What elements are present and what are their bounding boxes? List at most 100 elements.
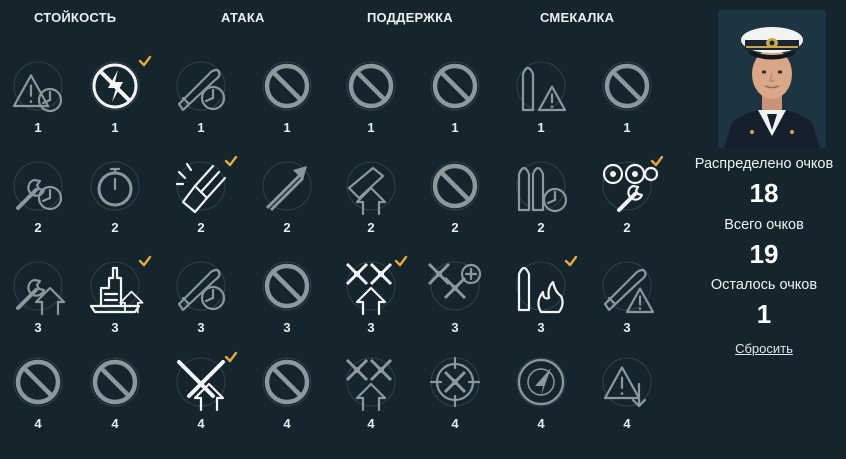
skill-cell[interactable]: 1 <box>420 56 490 140</box>
skill-cell[interactable]: 1 <box>3 56 73 140</box>
crosshair-plane-icon[interactable] <box>420 352 490 412</box>
learned-check-icon <box>224 350 238 363</box>
skill-tier-cost: 2 <box>537 220 545 235</box>
learned-check-icon <box>224 154 238 167</box>
skill-tier-cost: 1 <box>367 120 375 135</box>
aircraft-plus-icon[interactable] <box>420 256 490 316</box>
remaining-points-label: Осталось очков <box>710 277 818 293</box>
skill-tier-cost: 2 <box>451 220 459 235</box>
skill-cell[interactable]: 4 <box>80 352 150 436</box>
skill-cell[interactable]: 3 <box>336 254 408 340</box>
skill-cell[interactable]: 1 <box>252 56 322 140</box>
skill-cell[interactable]: 4 <box>592 352 662 436</box>
locked-slot-icon[interactable] <box>336 56 406 116</box>
shells-timer-icon[interactable] <box>506 156 576 216</box>
remaining-points-value: 1 <box>756 299 772 329</box>
skill-cell[interactable]: 4 <box>420 352 490 436</box>
locked-slot-icon[interactable] <box>252 256 322 316</box>
skill-cell[interactable]: 4 <box>506 352 576 436</box>
locked-slot-icon[interactable] <box>80 352 150 412</box>
skill-tier-cost: 3 <box>283 320 291 335</box>
skill-tier-cost: 3 <box>451 320 459 335</box>
learned-check-icon <box>650 154 664 167</box>
skill-tier-cost: 3 <box>34 320 42 335</box>
skill-cell[interactable]: 2 <box>336 156 406 240</box>
skill-tier-cost: 3 <box>623 320 631 335</box>
skill-tier-cost: 1 <box>197 120 205 135</box>
skill-cell[interactable]: 3 <box>252 256 322 340</box>
skill-tier-cost: 4 <box>367 416 375 431</box>
skill-cell[interactable]: 4 <box>166 350 238 436</box>
skill-tier-cost: 4 <box>111 416 119 431</box>
locked-slot-icon[interactable] <box>252 56 322 116</box>
locked-slot-icon[interactable] <box>592 56 662 116</box>
skill-cell[interactable]: 1 <box>592 56 662 140</box>
commander-panel: Распределено очков 18 Всего очков 19 Ост… <box>682 0 846 459</box>
skill-cell[interactable]: 3 <box>592 256 662 340</box>
locked-slot-icon[interactable] <box>3 352 73 412</box>
skill-tier-cost: 1 <box>451 120 459 135</box>
skill-cell[interactable]: 3 <box>420 256 490 340</box>
shell-warning-icon[interactable] <box>506 56 576 116</box>
distributed-points-label: Распределено очков <box>694 156 834 172</box>
distributed-points-value: 18 <box>749 178 779 208</box>
skill-cell[interactable]: 4 <box>252 352 322 436</box>
skill-cell[interactable]: 4 <box>336 352 406 436</box>
skill-tier-cost: 4 <box>451 416 459 431</box>
locked-slot-icon[interactable] <box>420 156 490 216</box>
skill-tier-cost: 1 <box>623 120 631 135</box>
skill-cell[interactable]: 2 <box>252 156 322 240</box>
skill-tier-cost: 2 <box>283 220 291 235</box>
skill-cell[interactable]: 4 <box>3 352 73 436</box>
skill-tier-cost: 4 <box>283 416 291 431</box>
learned-check-icon <box>394 254 408 267</box>
wrench-upgrade-icon[interactable] <box>3 256 73 316</box>
skill-cell[interactable]: 2 <box>166 154 238 240</box>
skill-cell[interactable]: 1 <box>506 56 576 140</box>
skill-tier-cost: 3 <box>537 320 545 335</box>
skill-tier-cost: 2 <box>111 220 119 235</box>
wrench-timer-icon[interactable] <box>3 156 73 216</box>
column-header-attack: АТАКА <box>221 10 265 25</box>
column-header-support: ПОДДЕРЖКА <box>367 10 453 25</box>
skill-tier-cost: 4 <box>34 416 42 431</box>
skill-cell[interactable]: 1 <box>166 56 236 140</box>
skill-tier-cost: 4 <box>623 416 631 431</box>
skill-cell[interactable]: 3 <box>166 256 236 340</box>
warning-down-icon[interactable] <box>592 352 662 412</box>
aa-upgrade-icon[interactable] <box>336 156 406 216</box>
torpedo-warning-icon[interactable] <box>592 256 662 316</box>
skill-cell[interactable]: 2 <box>592 154 664 240</box>
skill-cell[interactable]: 2 <box>506 156 576 240</box>
reset-button[interactable]: Сбросить <box>682 341 846 356</box>
skill-tier-cost: 2 <box>367 220 375 235</box>
skill-cell[interactable]: 3 <box>506 254 578 340</box>
skill-cell[interactable]: 1 <box>80 54 152 140</box>
learned-check-icon <box>564 254 578 267</box>
skill-cell[interactable]: 2 <box>3 156 73 240</box>
torpedo-arrow-icon[interactable] <box>252 156 322 216</box>
locked-slot-icon[interactable] <box>252 352 322 412</box>
skill-cell[interactable]: 3 <box>80 254 152 340</box>
skill-tier-cost: 2 <box>197 220 205 235</box>
aircraft-upgrade-icon[interactable] <box>336 352 406 412</box>
learned-check-icon <box>138 254 152 267</box>
skill-cell[interactable]: 2 <box>420 156 490 240</box>
commander-portrait[interactable] <box>718 10 826 148</box>
skill-tier-cost: 1 <box>111 120 119 135</box>
skill-cell[interactable]: 3 <box>3 256 73 340</box>
skill-cell[interactable]: 1 <box>336 56 406 140</box>
torpedo-timer-icon[interactable] <box>166 256 236 316</box>
warning-timer-icon[interactable] <box>3 56 73 116</box>
radar-icon[interactable] <box>506 352 576 412</box>
skill-tier-cost: 2 <box>34 220 42 235</box>
stopwatch-icon[interactable] <box>80 156 150 216</box>
locked-slot-icon[interactable] <box>420 56 490 116</box>
skill-tier-cost: 1 <box>283 120 291 135</box>
learned-check-icon <box>138 54 152 67</box>
skill-tier-cost: 1 <box>537 120 545 135</box>
skill-tier-cost: 4 <box>197 416 205 431</box>
torpedo-timer-icon[interactable] <box>166 56 236 116</box>
column-header-ingenuity: СМЕКАЛКА <box>540 10 615 25</box>
skill-cell[interactable]: 2 <box>80 156 150 240</box>
